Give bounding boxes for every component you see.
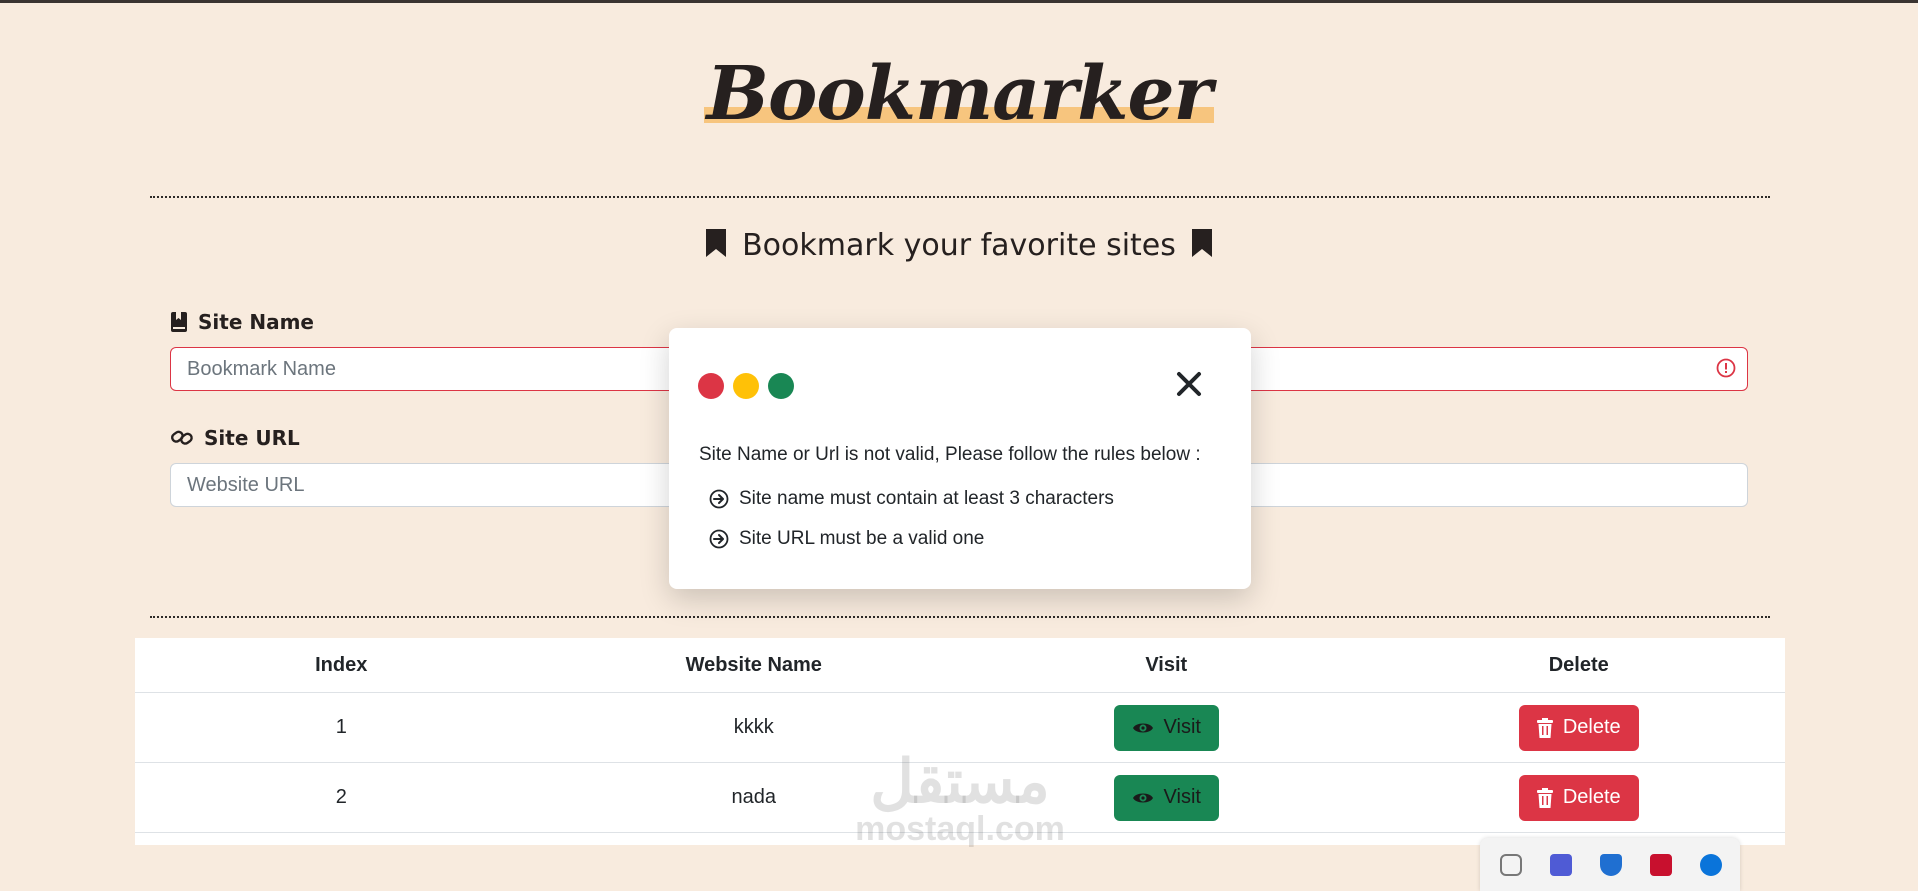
logo-text: Bookmarker xyxy=(706,51,1212,137)
site-url-label: Site URL xyxy=(170,426,300,450)
header-delete: Delete xyxy=(1372,638,1785,693)
row-index: 2 xyxy=(135,762,548,833)
table-header-row: Index Website Name Visit Delete xyxy=(135,638,1785,693)
visit-button-label: Visit xyxy=(1163,716,1201,738)
link-icon xyxy=(170,430,193,445)
site-name-label: Site Name xyxy=(170,310,314,334)
header-website-name: Website Name xyxy=(547,638,960,693)
delete-button-label: Delete xyxy=(1562,786,1621,808)
divider-top xyxy=(150,196,1770,198)
visit-button[interactable]: Visit xyxy=(1113,704,1219,751)
header-index: Index xyxy=(135,638,548,693)
yellow-dot xyxy=(733,373,759,399)
heading-text: Bookmark your favorite sites xyxy=(742,228,1176,263)
page-heading: Bookmark your favorite sites xyxy=(0,228,1918,263)
trash-icon xyxy=(1536,717,1553,738)
delete-cell: Delete xyxy=(1372,762,1785,833)
header-visit: Visit xyxy=(960,638,1373,693)
discord-icon[interactable] xyxy=(1500,854,1522,876)
bookmark-icon xyxy=(1192,229,1213,257)
visit-button-label: Visit xyxy=(1163,786,1201,808)
delete-button[interactable]: Delete xyxy=(1518,704,1639,751)
system-tray xyxy=(1480,838,1740,891)
eye-icon xyxy=(1132,793,1153,802)
bluetooth-icon[interactable] xyxy=(1700,854,1722,876)
arrow-circle-right-icon xyxy=(709,489,729,509)
top-border xyxy=(0,0,1918,3)
trash-icon xyxy=(1536,787,1553,808)
close-icon[interactable] xyxy=(1173,368,1205,400)
watermark-latin: mostaql.com xyxy=(855,810,1065,848)
delete-cell: Delete xyxy=(1372,692,1785,763)
modal-rule-item: Site name must contain at least 3 charac… xyxy=(709,488,1114,510)
watermark-arabic: مستقل xyxy=(870,748,1050,815)
red-dot xyxy=(698,373,724,399)
green-dot xyxy=(768,373,794,399)
row-index: 1 xyxy=(135,692,548,763)
book-bookmark-icon xyxy=(171,312,187,332)
watermark: مستقل mostaql.com xyxy=(840,748,1080,848)
arrow-circle-right-icon xyxy=(709,529,729,549)
site-url-label-text: Site URL xyxy=(204,426,300,450)
modal-rule-item: Site URL must be a valid one xyxy=(709,528,984,550)
eye-icon xyxy=(1132,723,1153,732)
app-icon[interactable] xyxy=(1550,854,1572,876)
modal-message: Site Name or Url is not valid, Please fo… xyxy=(699,444,1201,465)
validation-modal: Site Name or Url is not valid, Please fo… xyxy=(669,328,1251,589)
logo-container: Bookmarker xyxy=(0,51,1918,137)
bookmark-icon xyxy=(705,229,726,257)
error-icon xyxy=(1716,358,1736,378)
mcafee-icon[interactable] xyxy=(1650,854,1672,876)
modal-rule-text: Site URL must be a valid one xyxy=(739,528,985,549)
site-name-label-text: Site Name xyxy=(198,310,314,334)
visit-button[interactable]: Visit xyxy=(1113,774,1219,821)
logo: Bookmarker xyxy=(700,51,1217,137)
defender-icon[interactable] xyxy=(1600,854,1622,876)
delete-button[interactable]: Delete xyxy=(1518,774,1639,821)
divider-bottom xyxy=(150,616,1770,618)
modal-rule-text: Site name must contain at least 3 charac… xyxy=(739,488,1114,509)
delete-button-label: Delete xyxy=(1562,716,1621,738)
